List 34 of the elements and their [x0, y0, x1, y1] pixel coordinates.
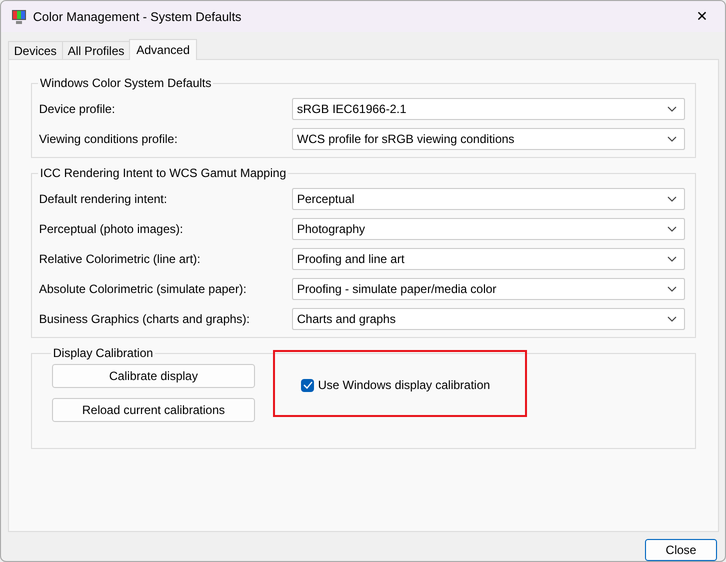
checkbox[interactable] — [301, 378, 314, 392]
field-label: Perceptual (photo images): — [39, 222, 184, 236]
dropdown[interactable]: Perceptual — [292, 188, 685, 210]
field-label: Default rendering intent: — [39, 192, 168, 206]
checkbox-label: Use Windows display calibration — [318, 378, 490, 392]
field-label: Viewing conditions profile: — [39, 132, 179, 146]
chevron-icon — [667, 286, 677, 292]
dropdown[interactable]: Proofing and line art — [292, 248, 685, 270]
tab[interactable]: Devices — [8, 41, 63, 59]
chevron-icon — [667, 316, 677, 322]
group-title: ICC Rendering Intent to WCS Gamut Mapping — [39, 166, 288, 180]
field-label: Relative Colorimetric (line art): — [39, 252, 202, 266]
push-button[interactable]: Reload current calibrations — [52, 398, 255, 422]
dropdown[interactable]: Charts and graphs — [292, 308, 685, 330]
window-title: Color Management - System Defaults — [33, 10, 242, 24]
tab[interactable]: Advanced — [129, 39, 197, 60]
dropdown[interactable]: sRGB IEC61966-2.1 — [292, 98, 685, 120]
group-title: Windows Color System Defaults — [39, 76, 212, 90]
chevron-icon — [667, 136, 677, 142]
chevron-icon — [667, 196, 677, 202]
close-button[interactable]: Close — [645, 539, 717, 561]
chevron-icon — [667, 226, 677, 232]
monitor-icon — [11, 8, 27, 24]
group-title: Display Calibration — [52, 346, 154, 360]
field-label: Business Graphics (charts and graphs): — [39, 312, 251, 326]
close-button[interactable]: ✕ — [679, 1, 725, 32]
dropdown[interactable]: Proofing - simulate paper/media color — [292, 278, 685, 300]
push-button[interactable]: Calibrate display — [52, 364, 255, 388]
chevron-icon — [667, 106, 677, 112]
dropdown[interactable]: WCS profile for sRGB viewing conditions — [292, 128, 685, 150]
field-label: Device profile: — [39, 102, 116, 116]
field-label: Absolute Colorimetric (simulate paper): — [39, 282, 248, 296]
dropdown[interactable]: Photography — [292, 218, 685, 240]
chevron-icon — [667, 256, 677, 262]
